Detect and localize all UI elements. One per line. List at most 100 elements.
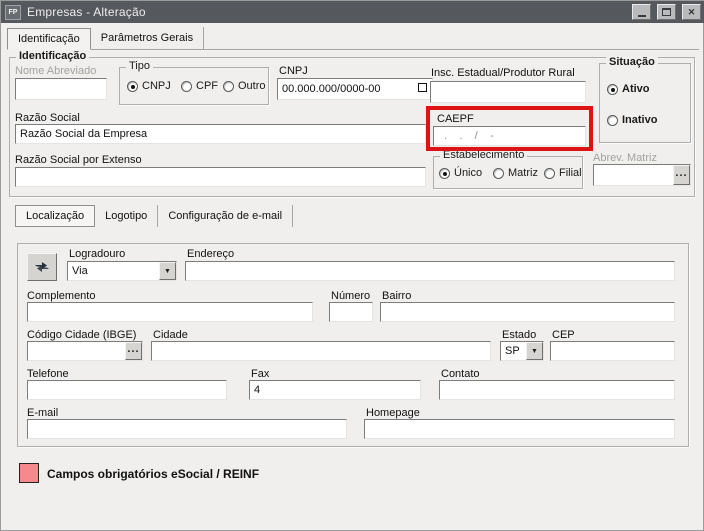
telefone-label: Telefone xyxy=(27,368,69,380)
razao-social-extenso-label: Razão Social por Extenso xyxy=(15,154,142,166)
radio-icon xyxy=(439,168,450,179)
radio-tipo-cpf[interactable]: CPF xyxy=(181,80,218,92)
cep-input[interactable] xyxy=(550,341,675,361)
bairro-input[interactable] xyxy=(380,302,675,322)
swap-arrows-icon xyxy=(33,260,51,274)
caepf-input[interactable] xyxy=(433,126,586,146)
address-swap-button[interactable] xyxy=(27,253,57,281)
radio-tipo-cpf-label: CPF xyxy=(196,80,218,92)
tab-configuracao-email[interactable]: Configuração de e-mail xyxy=(158,205,293,227)
tab-parametros-gerais[interactable]: Parâmetros Gerais xyxy=(91,27,204,49)
numero-label: Número xyxy=(331,290,370,302)
homepage-input[interactable] xyxy=(364,419,675,439)
empresas-window: FP Empresas - Alteração ✕ Identificação … xyxy=(0,0,704,531)
window-title: Empresas - Alteração xyxy=(27,5,146,19)
codigo-cidade-field: ... xyxy=(27,341,143,361)
radio-icon xyxy=(607,115,618,126)
codigo-cidade-browse-button[interactable]: ... xyxy=(125,342,142,360)
razao-social-input[interactable] xyxy=(15,124,426,144)
app-icon: FP xyxy=(5,5,21,20)
minimize-icon xyxy=(638,15,646,17)
radio-icon xyxy=(181,81,192,92)
codigo-cidade-value[interactable] xyxy=(28,342,125,360)
estado-combobox[interactable]: SP ▼ xyxy=(500,341,544,361)
bairro-label: Bairro xyxy=(382,290,411,302)
endereco-input[interactable] xyxy=(185,261,675,281)
maximize-button[interactable] xyxy=(657,4,676,20)
contato-input[interactable] xyxy=(439,380,675,400)
contato-label: Contato xyxy=(441,368,480,380)
tab-logotipo[interactable]: Logotipo xyxy=(95,205,158,227)
legend-text: Campos obrigatórios eSocial / REINF xyxy=(47,467,259,481)
chevron-down-icon[interactable]: ▼ xyxy=(159,262,176,280)
radio-situacao-inativo[interactable]: Inativo xyxy=(607,114,657,126)
email-input[interactable] xyxy=(27,419,347,439)
logradouro-value: Via xyxy=(68,262,159,280)
nome-abreviado-label: Nome Abreviado xyxy=(15,65,96,77)
numero-input[interactable] xyxy=(329,302,373,322)
cidade-label: Cidade xyxy=(153,329,188,341)
caepf-label: CAEPF xyxy=(435,113,476,125)
fax-label: Fax xyxy=(251,368,269,380)
complemento-input[interactable] xyxy=(27,302,313,322)
radio-estab-matriz-label: Matriz xyxy=(508,167,538,179)
cnpj-input[interactable] xyxy=(277,78,433,100)
abrev-matriz-browse-button[interactable]: ... xyxy=(673,165,690,185)
close-button[interactable]: ✕ xyxy=(682,4,701,20)
cnpj-field-wrap xyxy=(277,78,433,100)
cidade-input[interactable] xyxy=(151,341,491,361)
logradouro-label: Logradouro xyxy=(69,248,125,260)
radio-tipo-cnpj-label: CNPJ xyxy=(142,80,171,92)
mask-indicator-icon xyxy=(418,83,427,92)
radio-estab-filial-label: Filial xyxy=(559,167,582,179)
nome-abreviado-input[interactable] xyxy=(15,78,107,100)
codigo-cidade-label: Código Cidade (IBGE) xyxy=(27,329,136,341)
chevron-down-icon[interactable]: ▼ xyxy=(526,342,543,360)
radio-situacao-ativo-label: Ativo xyxy=(622,83,650,95)
estabelecimento-group-title: Estabelecimento xyxy=(440,149,527,161)
abrev-matriz-label: Abrev. Matriz xyxy=(593,152,657,164)
sub-tabstrip: Localização Logotipo Configuração de e-m… xyxy=(15,205,293,227)
radio-situacao-ativo[interactable]: Ativo xyxy=(607,83,650,95)
abrev-matriz-field: ... xyxy=(593,164,691,186)
razao-social-label: Razão Social xyxy=(15,112,80,124)
situacao-groupbox: Situação xyxy=(599,63,691,143)
minimize-button[interactable] xyxy=(632,4,651,20)
abrev-matriz-value[interactable] xyxy=(594,165,673,185)
insc-estadual-label: Insc. Estadual/Produtor Rural xyxy=(431,67,575,79)
radio-tipo-outro-label: Outro xyxy=(238,80,266,92)
cep-label: CEP xyxy=(552,329,575,341)
maximize-icon xyxy=(662,8,671,16)
radio-icon xyxy=(544,168,555,179)
situacao-group-title: Situação xyxy=(606,56,658,68)
logradouro-combobox[interactable]: Via ▼ xyxy=(67,261,177,281)
telefone-input[interactable] xyxy=(27,380,227,400)
estado-value: SP xyxy=(501,342,526,360)
cnpj-label: CNPJ xyxy=(279,65,308,77)
fax-input[interactable] xyxy=(249,380,421,400)
razao-social-extenso-input[interactable] xyxy=(15,167,426,187)
tab-localizacao[interactable]: Localização xyxy=(15,205,95,227)
radio-estab-matriz[interactable]: Matriz xyxy=(493,167,538,179)
radio-tipo-cnpj[interactable]: CNPJ xyxy=(127,80,171,92)
close-icon: ✕ xyxy=(688,8,696,17)
complemento-label: Complemento xyxy=(27,290,95,302)
radio-icon xyxy=(493,168,504,179)
identificacao-group-title: Identificação xyxy=(16,50,89,62)
insc-estadual-input[interactable] xyxy=(430,81,586,103)
radio-situacao-inativo-label: Inativo xyxy=(622,114,657,126)
estado-label: Estado xyxy=(502,329,536,341)
tipo-group-title: Tipo xyxy=(126,60,153,72)
titlebar: FP Empresas - Alteração ✕ xyxy=(1,1,704,23)
radio-icon xyxy=(223,81,234,92)
required-field-swatch xyxy=(19,463,39,483)
tab-identificacao[interactable]: Identificação xyxy=(7,28,91,50)
homepage-label: Homepage xyxy=(366,407,420,419)
radio-estab-filial[interactable]: Filial xyxy=(544,167,582,179)
radio-estab-unico-label: Único xyxy=(454,167,482,179)
endereco-label: Endereço xyxy=(187,248,234,260)
radio-icon xyxy=(607,84,618,95)
radio-tipo-outro[interactable]: Outro xyxy=(223,80,266,92)
email-label: E-mail xyxy=(27,407,58,419)
radio-estab-unico[interactable]: Único xyxy=(439,167,482,179)
